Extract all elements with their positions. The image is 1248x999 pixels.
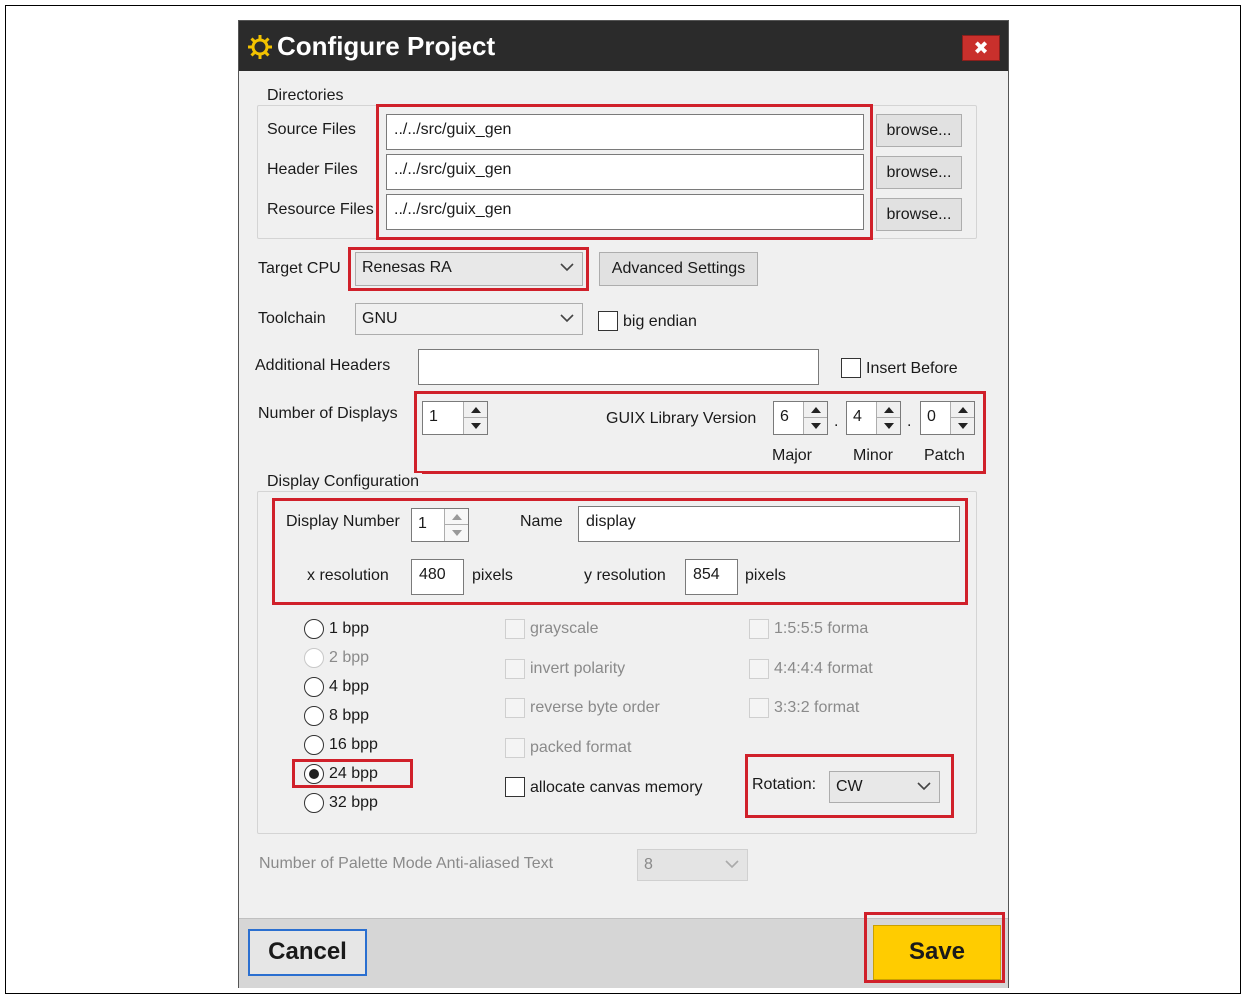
format-4444-checkbox[interactable] (749, 659, 769, 679)
insert-before-label: Insert Before (866, 360, 958, 377)
radio-8bpp-label: 8 bpp (329, 707, 370, 724)
insert-before-checkbox[interactable] (841, 358, 861, 378)
chevron-down-icon (725, 860, 739, 869)
source-browse-button[interactable]: browse... (876, 114, 962, 147)
palette-aa-text-value: 8 (644, 856, 653, 873)
packed-format-label: packed format (530, 739, 632, 756)
close-button[interactable]: ✖ (962, 35, 1000, 61)
big-endian-checkbox[interactable] (598, 311, 618, 331)
close-icon: ✖ (973, 38, 989, 58)
radio-1bpp[interactable] (304, 619, 324, 639)
format-1555-label: 1:5:5:5 forma (774, 620, 869, 637)
radio-1bpp-label: 1 bpp (329, 620, 370, 637)
target-cpu-highlight (348, 247, 589, 291)
gear-icon (248, 35, 272, 59)
radio-32bpp-label: 32 bpp (329, 794, 378, 811)
grayscale-checkbox[interactable] (505, 619, 525, 639)
advanced-settings-button[interactable]: Advanced Settings (599, 252, 758, 286)
invert-polarity-checkbox[interactable] (505, 659, 525, 679)
radio-2bpp[interactable] (304, 648, 324, 668)
rotation-highlight (745, 754, 954, 818)
header-browse-button[interactable]: browse... (876, 156, 962, 189)
format-4444-label: 4:4:4:4 format (774, 660, 873, 677)
directories-group-label: Directories (264, 87, 347, 105)
resource-files-label: Resource Files (267, 201, 374, 218)
invert-polarity-label: invert polarity (530, 660, 626, 677)
directories-highlight (376, 104, 873, 240)
format-1555-checkbox[interactable] (749, 619, 769, 639)
allocate-canvas-checkbox[interactable] (505, 777, 525, 797)
display-configuration-label: Display Configuration (264, 473, 423, 491)
reverse-byte-order-label: reverse byte order (530, 699, 660, 716)
palette-aa-text-label: Number of Palette Mode Anti-aliased Text (259, 855, 554, 872)
reverse-byte-order-checkbox[interactable] (505, 698, 525, 718)
radio-32bpp[interactable] (304, 793, 324, 813)
allocate-canvas-label: allocate canvas memory (530, 779, 703, 796)
display-config-highlight (272, 498, 968, 605)
radio-16bpp-label: 16 bpp (329, 736, 378, 753)
toolchain-select[interactable]: GNU (355, 303, 583, 335)
palette-aa-text-select[interactable]: 8 (637, 849, 748, 881)
format-332-label: 3:3:2 format (774, 699, 860, 716)
source-files-label: Source Files (267, 121, 356, 138)
additional-headers-input[interactable] (418, 349, 819, 385)
resource-browse-button[interactable]: browse... (876, 198, 962, 231)
save-highlight (864, 912, 1005, 983)
number-of-displays-label: Number of Displays (258, 405, 398, 422)
toolchain-label: Toolchain (258, 310, 326, 327)
chevron-down-icon (560, 314, 574, 323)
target-cpu-label: Target CPU (258, 260, 341, 277)
displays-version-highlight (414, 391, 986, 474)
header-files-label: Header Files (267, 161, 358, 178)
big-endian-label: big endian (623, 313, 697, 330)
radio-4bpp[interactable] (304, 677, 324, 697)
radio-2bpp-label: 2 bpp (329, 649, 370, 666)
grayscale-label: grayscale (530, 620, 599, 637)
configure-project-dialog: Configure Project ✖ Directories Source F… (238, 20, 1009, 988)
additional-headers-label: Additional Headers (255, 357, 391, 374)
radio-4bpp-label: 4 bpp (329, 678, 370, 695)
dialog-title: Configure Project (277, 31, 496, 61)
radio-8bpp[interactable] (304, 706, 324, 726)
toolchain-value: GNU (362, 310, 398, 327)
title-bar: Configure Project ✖ (239, 21, 1008, 71)
24bpp-highlight (292, 759, 413, 788)
cancel-button[interactable]: Cancel (248, 929, 367, 976)
radio-16bpp[interactable] (304, 735, 324, 755)
format-332-checkbox[interactable] (749, 698, 769, 718)
packed-format-checkbox[interactable] (505, 738, 525, 758)
